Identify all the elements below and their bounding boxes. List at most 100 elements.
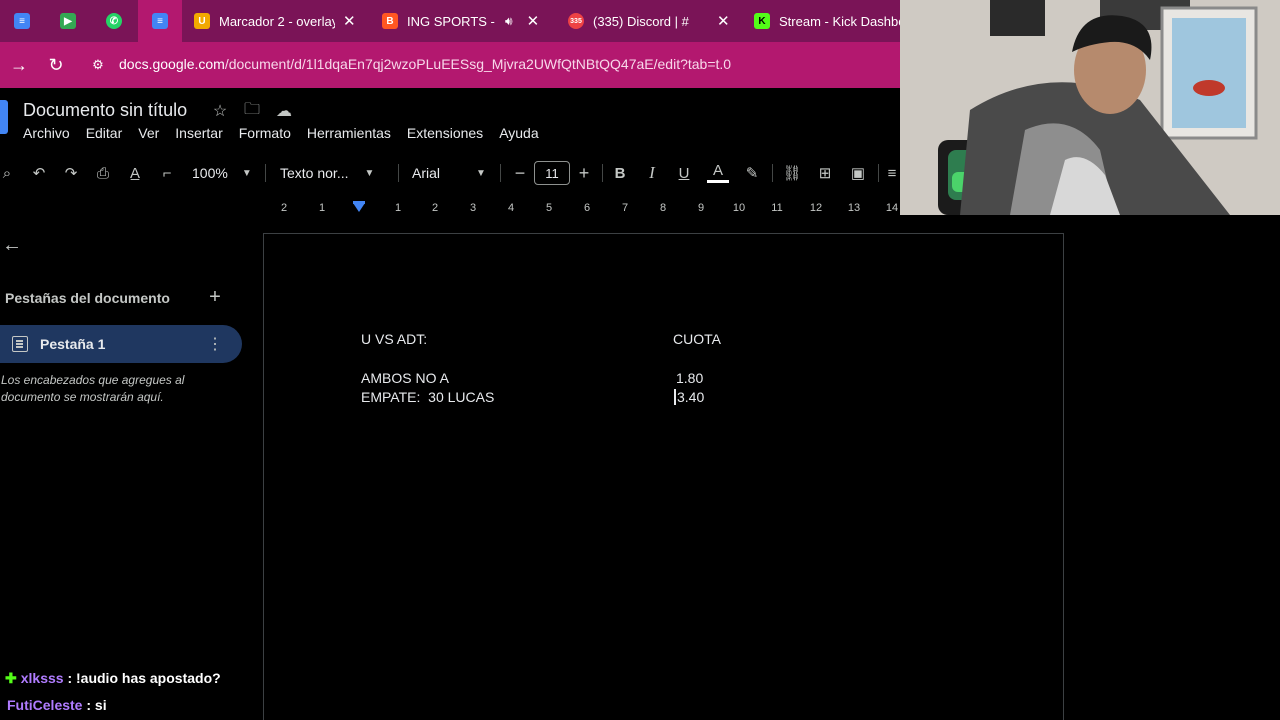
spellcheck-icon[interactable]: A̲ xyxy=(124,158,146,188)
move-folder-icon[interactable]: 🗀︎ xyxy=(242,101,262,121)
ruler-tick: 2 xyxy=(431,202,439,214)
tab-marcador-overlays[interactable]: U Marcador 2 - overlays ✕ xyxy=(186,0,366,42)
chevron-down-icon: ▼ xyxy=(364,167,375,179)
menu-extensiones[interactable]: Extensiones xyxy=(407,125,483,143)
align-icon[interactable]: ≡ xyxy=(884,158,900,188)
insert-link-icon[interactable]: ⛓ xyxy=(781,158,803,188)
document-page[interactable] xyxy=(263,233,1064,720)
font-value: Arial xyxy=(412,165,441,181)
insert-image-icon[interactable]: ▣ xyxy=(847,158,869,188)
uno-overlays-icon: U xyxy=(194,13,210,29)
tab-kick-dashboard[interactable]: K Stream - Kick Dashbo xyxy=(746,0,900,42)
style-value: Texto nor... xyxy=(280,165,349,181)
kick-icon: K xyxy=(754,13,770,29)
ruler-tick: 7 xyxy=(621,202,629,214)
tab-title: (335) Discord | # xyxy=(593,13,689,29)
bold-button[interactable]: B xyxy=(610,158,630,188)
google-docs-icon: ≡ xyxy=(14,13,30,29)
chevron-down-icon: ▼ xyxy=(476,167,486,179)
italic-button[interactable]: I xyxy=(642,158,662,188)
document-tabs-heading: Pestañas del documento xyxy=(5,290,170,306)
url-path: /document/d/1l1dqaEn7qj2wzoPLuEESsg_Mjvr… xyxy=(224,56,732,72)
address-bar: → ↻ ⚙ docs.google.com/document/d/1l1dqaE… xyxy=(0,42,900,88)
ruler-tick: 4 xyxy=(507,202,515,214)
forward-icon[interactable]: → xyxy=(8,54,30,76)
url-host: docs.google.com xyxy=(119,56,225,72)
back-arrow-icon[interactable]: ← xyxy=(1,233,23,257)
decrease-font-size-icon[interactable]: − xyxy=(510,158,530,188)
close-icon[interactable]: ✕ xyxy=(527,12,540,30)
menu-herramientas[interactable]: Herramientas xyxy=(307,125,391,143)
document-title[interactable]: Documento sin título xyxy=(23,100,187,121)
close-icon[interactable]: ✕ xyxy=(717,12,730,30)
ruler-tick: 2 xyxy=(280,202,288,214)
ruler-tick: 5 xyxy=(545,202,553,214)
cloud-saved-icon[interactable]: ☁︎ xyxy=(274,101,294,121)
whatsapp-icon: ✆ xyxy=(106,13,122,29)
text-color-button[interactable]: A xyxy=(708,158,728,182)
increase-font-size-icon[interactable]: + xyxy=(574,158,594,188)
zoom-select[interactable]: 100% ▼ xyxy=(192,158,252,188)
browser-tab-strip: ≡ ▶ ✆ ≡ U Marcador 2 - overlays ✕ B ING … xyxy=(0,0,900,42)
more-options-icon[interactable]: ⋮ xyxy=(207,334,223,354)
tab-google-docs-active[interactable]: ≡ xyxy=(138,0,182,42)
highlight-icon[interactable]: ✎ xyxy=(742,158,762,188)
undo-icon[interactable]: ↶ xyxy=(28,158,50,188)
doc-text-cuota-header[interactable]: CUOTA xyxy=(673,331,721,347)
print-icon[interactable]: ⎙ xyxy=(92,158,114,188)
style-select[interactable]: Texto nor... ▼ xyxy=(280,158,374,188)
text-cursor xyxy=(674,389,676,405)
reload-icon[interactable]: ↻ xyxy=(45,54,67,76)
redo-icon[interactable]: ↷ xyxy=(60,158,82,188)
doc-text-bet-2[interactable]: EMPATE: 30 LUCAS xyxy=(361,389,494,405)
underline-button[interactable]: U xyxy=(674,158,694,188)
blogger-icon: B xyxy=(382,13,398,29)
google-docs-icon: ≡ xyxy=(152,13,168,29)
speaker-icon[interactable]: 🔊︎ xyxy=(505,14,513,29)
tab-title: Stream - Kick Dashbo xyxy=(779,13,900,29)
ruler-tick: 12 xyxy=(809,202,823,214)
doc-text-bet-1[interactable]: AMBOS NO A xyxy=(361,370,449,386)
doc-text-match[interactable]: U VS ADT: xyxy=(361,331,427,347)
close-icon[interactable]: ✕ xyxy=(343,12,356,30)
doc-text-odds-2[interactable]: 3.40 xyxy=(677,389,704,405)
chat-message-text: : si xyxy=(82,697,107,713)
zoom-value: 100% xyxy=(192,165,228,181)
menu-ayuda[interactable]: Ayuda xyxy=(499,125,538,143)
ruler-tick: 11 xyxy=(771,202,783,214)
menu-ver[interactable]: Ver xyxy=(138,125,159,143)
tab-whatsapp-pinned[interactable]: ✆ xyxy=(92,0,136,42)
tab-google-docs-pinned[interactable]: ≡ xyxy=(0,0,44,42)
tab-google-meet-pinned[interactable]: ▶ xyxy=(46,0,90,42)
document-tab-item[interactable]: Pestaña 1 ⋮ xyxy=(0,325,242,363)
add-comment-icon[interactable]: ⊞ xyxy=(814,158,836,188)
tab-ing-sports[interactable]: B ING SPORTS - 🔊︎ ✕ xyxy=(374,0,554,42)
discord-icon: 335 xyxy=(568,13,584,29)
paint-format-icon[interactable]: ⌐ xyxy=(156,158,178,188)
chat-message: ✚ xlksss : !audio has apostado? xyxy=(5,670,221,687)
search-menus-icon[interactable]: ⌕ xyxy=(0,158,16,188)
toolbar-divider xyxy=(500,164,501,182)
star-icon[interactable]: ☆ xyxy=(210,101,230,121)
menu-insertar[interactable]: Insertar xyxy=(175,125,222,143)
ruler-tick: 6 xyxy=(583,202,591,214)
doc-text-odds-1[interactable]: 1.80 xyxy=(676,370,703,386)
chat-username: FutiCeleste xyxy=(7,697,83,713)
menu-editar[interactable]: Editar xyxy=(86,125,123,143)
font-size-input[interactable]: 11 xyxy=(534,161,570,185)
add-tab-button[interactable]: + xyxy=(205,286,225,308)
google-docs-logo-icon[interactable] xyxy=(0,100,8,134)
left-indent-handle[interactable] xyxy=(353,203,365,212)
ruler-tick: 13 xyxy=(847,202,861,214)
site-info-icon[interactable]: ⚙ xyxy=(88,54,108,76)
ruler-tick: 1 xyxy=(318,202,326,214)
url-field[interactable]: docs.google.com/document/d/1l1dqaEn7qj2w… xyxy=(119,56,731,72)
ruler-tick: 10 xyxy=(732,202,746,214)
menu-archivo[interactable]: Archivo xyxy=(23,125,70,143)
tab-discord[interactable]: 335 (335) Discord | # ✕ xyxy=(560,0,740,42)
toolbar-divider xyxy=(602,164,603,182)
font-select[interactable]: Arial ▼ xyxy=(412,158,486,188)
ruler-tick: 14 xyxy=(885,202,899,214)
webcam-feed xyxy=(900,0,1280,215)
menu-formato[interactable]: Formato xyxy=(239,125,291,143)
